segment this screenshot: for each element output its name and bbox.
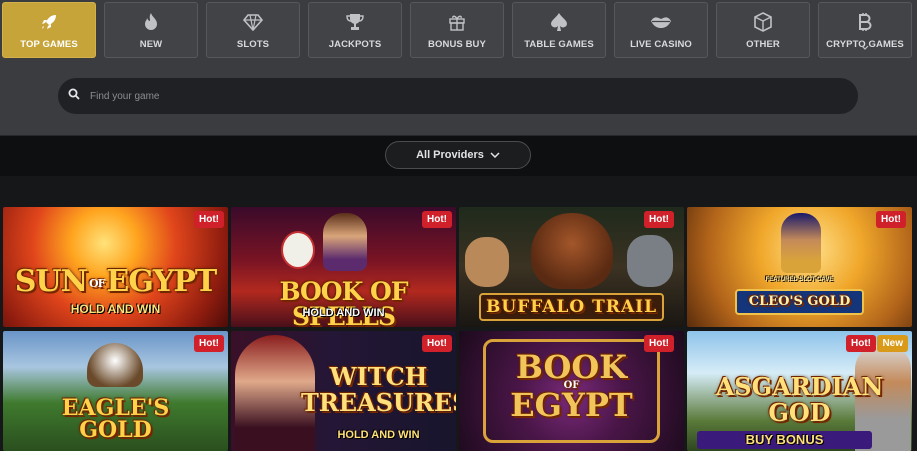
owl-figure	[281, 231, 315, 269]
game-title: SUN OFEGYPT	[14, 264, 217, 299]
tab-jackpots[interactable]: JACKPOTS	[308, 2, 402, 58]
hot-badge: Hot!	[422, 211, 452, 228]
game-title: WITCH TREASURES	[301, 362, 456, 417]
rocket-icon	[38, 11, 60, 33]
game-title: EAGLE'S GOLD	[61, 395, 170, 443]
hot-badge: Hot!	[422, 335, 452, 352]
game-title: BUFFALO TRAIL	[479, 293, 664, 321]
flame-icon	[140, 11, 162, 33]
search-input[interactable]	[88, 89, 812, 103]
game-title: ASGARDIAN GOD	[715, 372, 884, 427]
game-title: BOOK OF SPELLS	[279, 277, 408, 327]
game-card-book-of-egypt[interactable]: BOOK OF EGYPT Hot!	[459, 331, 684, 451]
wizard-figure	[323, 213, 367, 271]
lips-icon	[650, 11, 672, 33]
category-bar: TOP GAMES NEW SLOTS JACKPOTS BONUS BUY T…	[0, 0, 917, 135]
gift-icon	[446, 11, 468, 33]
game-card-sun-of-egypt[interactable]: SUN OFEGYPT HOLD AND WIN Hot!	[3, 207, 228, 327]
hot-badge: Hot!	[846, 335, 876, 352]
tab-label: TABLE GAMES	[524, 39, 594, 50]
spade-icon	[548, 11, 570, 33]
cougar-figure	[465, 237, 509, 287]
search-icon	[68, 87, 80, 105]
tab-label: NEW	[139, 39, 163, 50]
tab-live-casino[interactable]: LIVE CASINO	[614, 2, 708, 58]
game-card-witch-treasures[interactable]: WITCH TREASURES HOLD AND WIN Hot!	[231, 331, 456, 451]
tab-label: TOP GAMES	[20, 39, 78, 50]
tab-other[interactable]: OTHER	[716, 2, 810, 58]
wolf-figure	[627, 235, 673, 287]
new-badge: New	[877, 335, 908, 352]
game-subtitle: BUY BONUS	[697, 431, 872, 449]
game-card-buffalo-trail[interactable]: BUFFALO TRAIL Hot!	[459, 207, 684, 327]
game-card-book-of-spells[interactable]: BOOK OF SPELLS HOLD AND WIN Hot!	[231, 207, 456, 327]
providers-label: All Providers	[416, 149, 484, 161]
tab-bonus-buy[interactable]: BONUS BUY	[410, 2, 504, 58]
category-tabs: TOP GAMES NEW SLOTS JACKPOTS BONUS BUY T…	[2, 2, 915, 59]
chevron-down-icon	[490, 149, 500, 161]
game-card-cleos-gold[interactable]: FEATURED SLOT CAVE CLEO'S GOLD Hot!	[687, 207, 912, 327]
search-bar[interactable]	[58, 78, 858, 114]
buffalo-figure	[531, 213, 613, 289]
game-subtitle: HOLD AND WIN	[337, 429, 420, 441]
tab-crypto-games[interactable]: CRYPTO GAMES	[818, 2, 912, 58]
tab-slots[interactable]: SLOTS	[206, 2, 300, 58]
tab-top-games[interactable]: TOP GAMES	[2, 2, 96, 58]
tab-label: LIVE CASINO	[630, 39, 692, 50]
tab-label: BONUS BUY	[428, 39, 486, 50]
cleopatra-figure	[781, 213, 821, 273]
trophy-icon	[344, 11, 366, 33]
game-subtitle: FEATURED SLOT CAVE	[765, 277, 834, 283]
hot-badge: Hot!	[644, 335, 674, 352]
tab-label: JACKPOTS	[328, 39, 382, 50]
tab-label: OTHER	[746, 39, 780, 50]
cube-icon	[752, 11, 774, 33]
game-title: BOOK OF EGYPT	[510, 348, 633, 424]
hot-badge: Hot!	[194, 211, 224, 228]
bitcoin-icon	[854, 11, 876, 33]
providers-dropdown[interactable]: All Providers	[385, 141, 531, 169]
game-subtitle: HOLD AND WIN	[302, 307, 385, 319]
tab-table-games[interactable]: TABLE GAMES	[512, 2, 606, 58]
game-subtitle: HOLD AND WIN	[70, 302, 161, 316]
tab-new[interactable]: NEW	[104, 2, 198, 58]
game-title: CLEO'S GOLD	[735, 289, 864, 315]
tab-label: SLOTS	[236, 39, 270, 50]
hot-badge: Hot!	[876, 211, 906, 228]
hot-badge: Hot!	[644, 211, 674, 228]
game-card-asgardian-god[interactable]: ASGARDIAN GOD BUY BONUS Hot! New	[687, 331, 912, 451]
chevron-down-icon	[861, 37, 869, 55]
hot-badge: Hot!	[194, 335, 224, 352]
game-card-eagles-gold[interactable]: EAGLE'S GOLD Hot!	[3, 331, 228, 451]
diamond-icon	[242, 11, 264, 33]
